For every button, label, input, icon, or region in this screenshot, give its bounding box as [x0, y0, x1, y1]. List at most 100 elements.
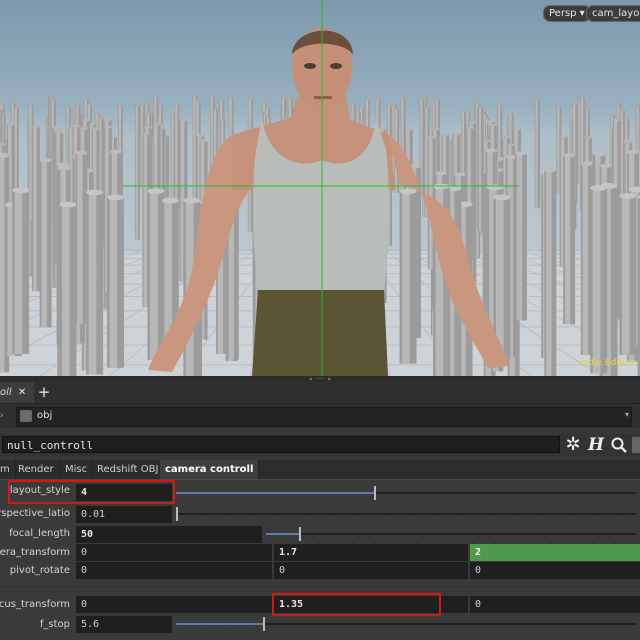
focal-length-field[interactable]: 50 — [76, 526, 262, 543]
pivot-rotate-x-field[interactable]: 0 — [76, 562, 272, 579]
slider-handle[interactable] — [263, 617, 265, 631]
pivot-rotate-z-field[interactable]: 0 — [470, 562, 640, 579]
slider-tick — [579, 626, 580, 628]
f-stop-field[interactable]: 5.6 — [76, 616, 172, 633]
slider-handle[interactable] — [299, 527, 301, 541]
highlight-box-focus-transform — [272, 593, 441, 616]
pivot-rotate-y-field[interactable]: 0 — [274, 562, 468, 579]
slider-tick — [349, 536, 350, 538]
slider-tick — [326, 516, 327, 518]
slider-tick — [280, 495, 281, 497]
slider-tick — [377, 536, 378, 538]
slider-tick — [571, 536, 572, 538]
slider-tick — [487, 495, 488, 497]
slider-tick — [326, 626, 327, 628]
slider-tick — [405, 536, 406, 538]
gear-icon[interactable]: ✲ — [563, 434, 583, 456]
slider-tick — [291, 516, 292, 518]
slider-tick — [275, 536, 276, 538]
camera-transform-x-field[interactable]: 0 — [76, 544, 272, 561]
slider-tick — [475, 516, 476, 518]
slider-tick — [188, 626, 189, 628]
focal-length-slider[interactable] — [266, 527, 636, 541]
slider-tick — [556, 495, 557, 497]
edition-watermark: Indie Edition — [579, 358, 636, 368]
tab-misc[interactable]: Misc — [60, 460, 94, 479]
slider-tick — [337, 495, 338, 497]
slider-tick — [291, 495, 292, 497]
help-button[interactable]: H — [586, 435, 606, 455]
slider-tick — [406, 516, 407, 518]
slider-tick — [303, 626, 304, 628]
perspective-latio-slider[interactable] — [176, 507, 636, 521]
camera-menu-button[interactable]: cam_layout — [586, 5, 640, 22]
more-icon[interactable] — [632, 437, 640, 453]
slider-tick — [608, 536, 609, 538]
slider-tick — [590, 626, 591, 628]
slider-tick — [613, 626, 614, 628]
slider-tick — [245, 626, 246, 628]
slider-tick — [533, 516, 534, 518]
chevron-down-icon[interactable]: ▾ — [625, 410, 629, 419]
pane-tab-label: oll — [0, 387, 12, 398]
slider-tick — [590, 495, 591, 497]
slider-tick — [359, 536, 360, 538]
add-tab-button[interactable]: + — [36, 382, 52, 403]
perspective-menu-button[interactable]: Persp ▾ — [543, 5, 591, 22]
tab-redshift-obj[interactable]: Redshift OBJ — [92, 460, 165, 479]
tab-render[interactable]: Render — [13, 460, 60, 479]
slider-tick — [414, 536, 415, 538]
slider-tick — [442, 536, 443, 538]
slider-tick — [268, 495, 269, 497]
focus-transform-z-field[interactable]: 0 — [470, 596, 640, 613]
parameter-list: layout_style 4 perspective_latio 0.01 fo… — [0, 480, 640, 640]
slider-fill — [266, 533, 299, 535]
slider-tick — [487, 516, 488, 518]
focus-transform-x-field[interactable]: 0 — [76, 596, 272, 613]
slider-tick — [567, 495, 568, 497]
perspective-latio-field[interactable]: 0.01 — [76, 506, 172, 523]
slider-tick — [368, 536, 369, 538]
close-icon[interactable]: ✕ — [18, 387, 26, 398]
slider-tick — [383, 495, 384, 497]
slider-tick — [590, 536, 591, 538]
slider-tick — [395, 516, 396, 518]
slider-tick — [199, 626, 200, 628]
slider-tick — [303, 536, 304, 538]
slider-tick — [470, 536, 471, 538]
slider-tick — [429, 495, 430, 497]
slider-tick — [464, 516, 465, 518]
slider-handle[interactable] — [176, 507, 178, 521]
slider-tick — [337, 516, 338, 518]
f-stop-slider[interactable] — [176, 617, 636, 631]
slider-tick — [498, 516, 499, 518]
chevron-right-icon[interactable]: › — [0, 411, 10, 421]
network-path-field[interactable]: obj ▾ — [16, 407, 632, 427]
slider-tick — [579, 495, 580, 497]
search-icon[interactable] — [611, 437, 627, 453]
camera-transform-y-field[interactable]: 1.7 — [274, 544, 468, 561]
slider-tick — [285, 536, 286, 538]
slider-fill — [176, 623, 263, 625]
slider-tick — [429, 626, 430, 628]
slider-tick — [429, 516, 430, 518]
slider-tick — [314, 626, 315, 628]
slider-tick — [534, 536, 535, 538]
pane-tab[interactable]: oll ✕ — [0, 382, 34, 403]
slider-tick — [211, 626, 212, 628]
camera-transform-z-field[interactable]: 2 — [470, 544, 640, 561]
slider-tick — [544, 516, 545, 518]
layout-style-slider[interactable] — [176, 486, 636, 500]
tab-camera-controll[interactable]: camera controll — [160, 460, 260, 479]
slider-tick — [372, 516, 373, 518]
slider-tick — [395, 626, 396, 628]
node-name-field[interactable]: null_controll — [2, 436, 560, 453]
slider-tick — [383, 626, 384, 628]
slider-tick — [314, 495, 315, 497]
slider-tick — [475, 495, 476, 497]
3d-viewport[interactable]: Persp ▾ cam_layout Indie Edition — [0, 0, 640, 376]
viewport-scene — [0, 0, 640, 376]
slider-handle[interactable] — [374, 486, 376, 500]
slider-tick — [451, 536, 452, 538]
slider-tick — [590, 516, 591, 518]
